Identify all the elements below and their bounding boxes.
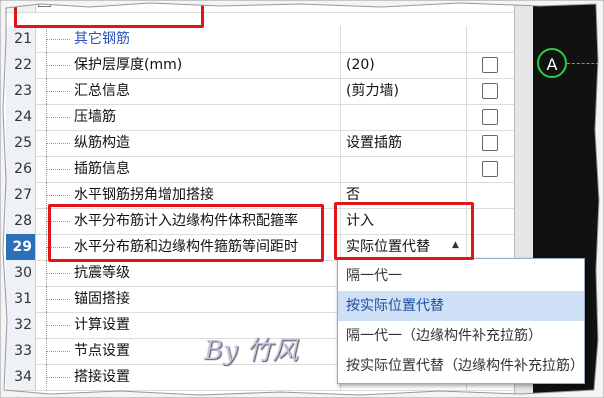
value-dropdown[interactable]: 隔一代一 按实际位置代替 隔一代一（边缘构件补充拉筋） 按实际位置代替（边缘构件补充拉… [337, 258, 585, 384]
row-number: 30 [6, 260, 36, 286]
row-number: 33 [6, 338, 36, 364]
row-number: 23 [6, 78, 36, 104]
table-row[interactable]: 25 纵筋构造 设置插筋 [6, 130, 514, 157]
property-name: 压墙筋 [74, 109, 116, 125]
row-number: 32 [6, 312, 36, 338]
watermark: By 竹风 [204, 336, 299, 366]
annotation-box-values [334, 202, 474, 260]
property-name: 纵筋构造 [74, 135, 130, 151]
property-name: 保护层厚度(mm) [74, 57, 183, 73]
dropdown-option[interactable]: 按实际位置代替 [338, 291, 584, 321]
property-name: 汇总信息 [74, 83, 130, 99]
column-divider [466, 52, 467, 78]
column-divider [340, 104, 341, 130]
tree-connector [46, 39, 70, 40]
column-divider [466, 130, 467, 156]
attach-checkbox[interactable] [482, 135, 498, 151]
row-number: 22 [6, 52, 36, 78]
tree-connector [46, 143, 70, 144]
tree-connector [46, 169, 70, 170]
column-divider [466, 156, 467, 182]
property-value[interactable]: (剪力墙) [346, 78, 399, 104]
attach-checkbox[interactable] [482, 83, 498, 99]
column-divider [466, 26, 467, 52]
table-row[interactable]: 26 插筋信息 [6, 156, 514, 183]
row-number: 26 [6, 156, 36, 182]
dropdown-option[interactable]: 隔一代一 [338, 261, 584, 291]
tree-connector [46, 117, 70, 118]
property-name: 锚固搭接 [74, 291, 130, 307]
table-row[interactable]: 24 压墙筋 [6, 104, 514, 131]
tree-connector [46, 91, 70, 92]
column-divider [340, 156, 341, 182]
annotation-box-header [14, 0, 204, 28]
row-number: 29 [6, 234, 36, 260]
column-divider [340, 130, 341, 156]
row-number: 24 [6, 104, 36, 130]
tree-connector [46, 273, 70, 274]
table-row[interactable]: 21 其它钢筋 [6, 26, 514, 53]
tree-connector [46, 195, 70, 196]
row-number: 25 [6, 130, 36, 156]
property-name: 插筋信息 [74, 161, 130, 177]
table-row[interactable]: 23 汇总信息 (剪力墙) [6, 78, 514, 105]
annotation-box-labels [48, 204, 324, 262]
axis-marker: A [537, 48, 567, 78]
attach-checkbox[interactable] [482, 161, 498, 177]
property-name: 计算设置 [74, 317, 130, 333]
row-number: 34 [6, 364, 36, 390]
row-number: 28 [6, 208, 36, 234]
column-divider [340, 78, 341, 104]
property-name: 抗震等级 [74, 265, 130, 281]
row-number: 31 [6, 286, 36, 312]
dropdown-option[interactable]: 按实际位置代替（边缘构件补充拉筋） [338, 351, 584, 381]
column-divider [340, 52, 341, 78]
column-divider [466, 104, 467, 130]
axis-line [567, 63, 604, 64]
column-divider [340, 26, 341, 52]
property-name: 其它钢筋 [74, 31, 130, 47]
table-row[interactable]: 22 保护层厚度(mm) (20) [6, 52, 514, 79]
tree-connector [46, 351, 70, 352]
tree-connector [46, 377, 70, 378]
tree-connector [46, 325, 70, 326]
dropdown-option[interactable]: 隔一代一（边缘构件补充拉筋） [338, 321, 584, 351]
property-value[interactable]: 设置插筋 [346, 130, 402, 156]
attach-checkbox[interactable] [482, 109, 498, 125]
row-number: 27 [6, 182, 36, 208]
attach-checkbox[interactable] [482, 57, 498, 73]
tree-connector [46, 65, 70, 66]
screenshot-frame: 钢筋业务属性 21其它钢筋22保护层厚度(mm)(20)23汇总信息(剪力墙)2… [0, 0, 604, 398]
column-divider [466, 78, 467, 104]
property-value[interactable]: (20) [346, 52, 375, 78]
row-number: 21 [6, 26, 36, 52]
property-name: 搭接设置 [74, 369, 130, 385]
property-name: 节点设置 [74, 343, 130, 359]
tree-connector [46, 299, 70, 300]
